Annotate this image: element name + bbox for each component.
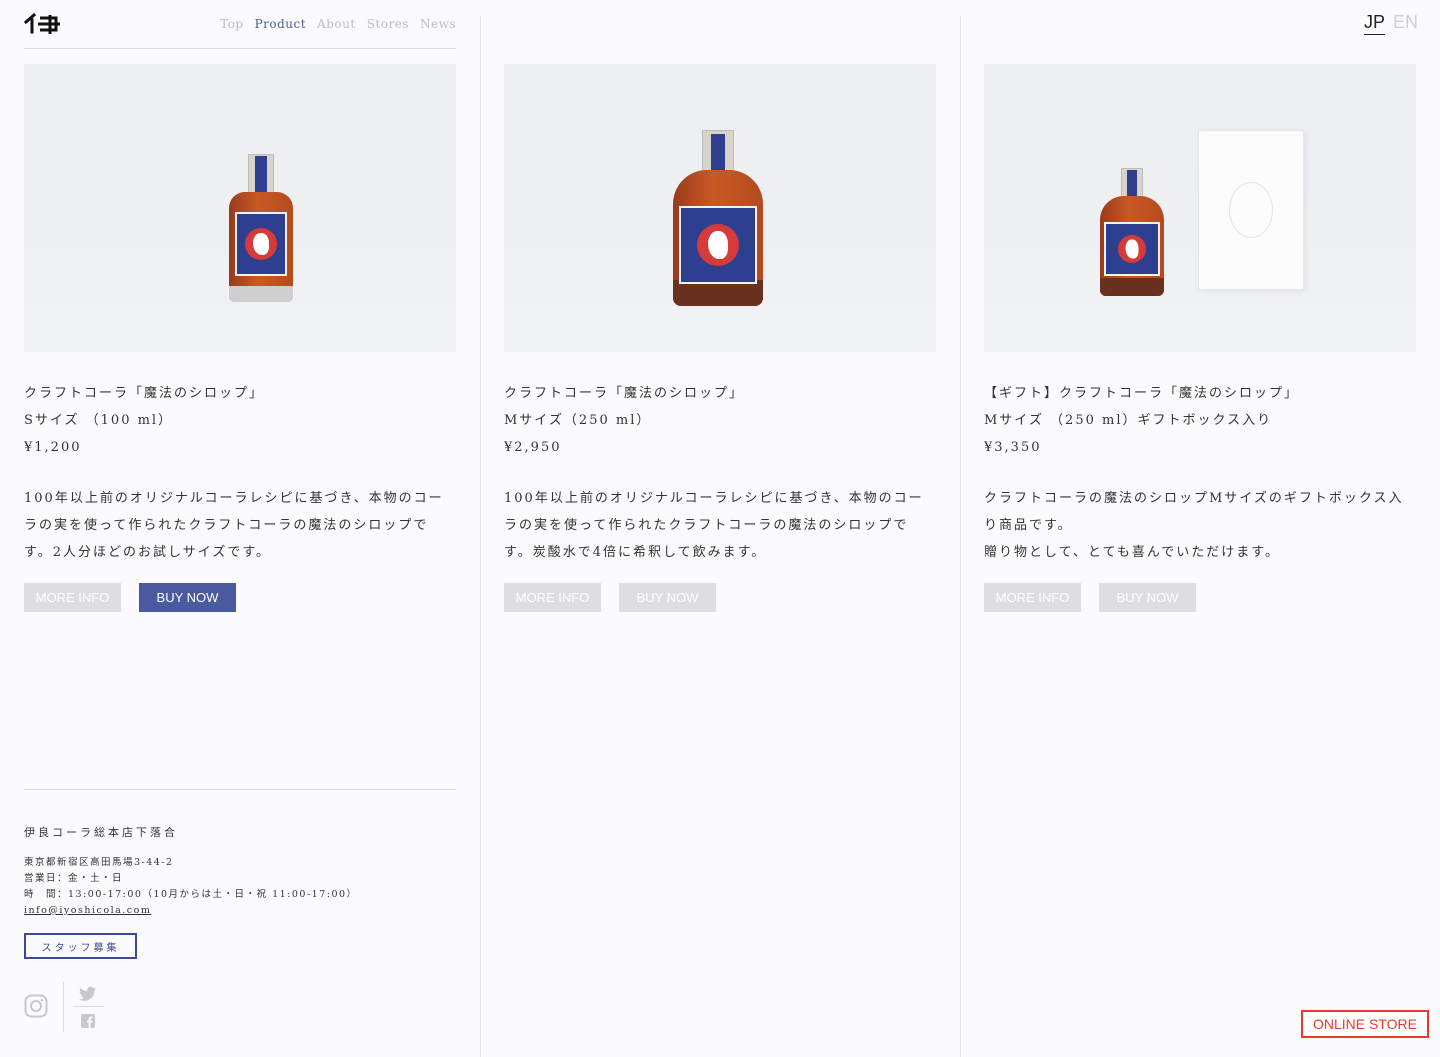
product-size: Mサイズ （250 ml）ギフトボックス入り bbox=[984, 413, 1273, 428]
shop-open-days: 営業日：金・土・日 bbox=[24, 873, 124, 884]
facebook-icon[interactable] bbox=[81, 1014, 95, 1028]
shop-address: 東京都新宿区高田馬場3-44-2 bbox=[24, 857, 174, 868]
twitter-icon[interactable] bbox=[79, 986, 97, 1002]
product-size: Sサイズ （100 ml） bbox=[24, 413, 174, 428]
online-store-button[interactable]: ONLINE STORE bbox=[1301, 1010, 1429, 1038]
shop-name: 伊良コーラ総本店下落合 bbox=[24, 826, 178, 839]
nav-product[interactable]: Product bbox=[255, 17, 307, 31]
more-info-button[interactable]: MORE INFO bbox=[504, 583, 601, 612]
instagram-icon[interactable] bbox=[24, 994, 48, 1018]
logo[interactable] bbox=[24, 12, 64, 36]
product-photo-m[interactable] bbox=[504, 64, 936, 352]
shop-info: 東京都新宿区高田馬場3-44-2 営業日：金・土・日 時 間：13:00-17:… bbox=[24, 855, 358, 919]
more-info-button[interactable]: MORE INFO bbox=[984, 583, 1081, 612]
product-photo-s[interactable] bbox=[24, 64, 456, 352]
product-description: クラフトコーラの魔法のシロップMサイズのギフトボックス入り商品です。 贈り物とし… bbox=[984, 491, 1404, 560]
product-price: ¥1,200 bbox=[24, 440, 82, 455]
column-divider bbox=[480, 16, 481, 1057]
column-divider bbox=[960, 16, 961, 1057]
language-switcher: JP EN bbox=[1363, 12, 1418, 35]
gift-box-image bbox=[1198, 130, 1304, 290]
more-info-button[interactable]: MORE INFO bbox=[24, 583, 121, 612]
product-price: ¥3,350 bbox=[984, 440, 1042, 455]
bottle-image bbox=[229, 154, 293, 302]
product-description: 100年以上前のオリジナルコーラレシピに基づき、本物のコーラの実を使って作られた… bbox=[504, 491, 924, 560]
header-divider bbox=[24, 48, 456, 49]
product-price: ¥2,950 bbox=[504, 440, 562, 455]
product-card-m: クラフトコーラ「魔法のシロップ」 Mサイズ（250 ml） ¥2,950 100… bbox=[504, 64, 936, 612]
buy-now-button[interactable]: BUY NOW bbox=[139, 583, 236, 612]
nav-news[interactable]: News bbox=[420, 17, 456, 31]
bottle-image bbox=[1100, 168, 1164, 296]
nav-stores[interactable]: Stores bbox=[367, 17, 409, 31]
lang-en[interactable]: EN bbox=[1393, 12, 1418, 35]
product-name: クラフトコーラ「魔法のシロップ」 bbox=[24, 386, 265, 401]
shop-email-link[interactable]: info@iyoshicola.com bbox=[24, 903, 358, 919]
lang-jp[interactable]: JP bbox=[1363, 12, 1385, 35]
social-divider bbox=[73, 1006, 104, 1007]
product-photo-gift[interactable] bbox=[984, 64, 1416, 352]
product-description: 100年以上前のオリジナルコーラレシピに基づき、本物のコーラの実を使って作られた… bbox=[24, 491, 444, 560]
bottle-image bbox=[673, 130, 763, 306]
shop-hours: 時 間：13:00-17:00（10月からは土・日・祝 11:00-17:00） bbox=[24, 889, 358, 900]
main-nav: Top Product About Stores News bbox=[220, 17, 456, 31]
footer-divider bbox=[24, 789, 456, 790]
product-card-gift: 【ギフト】クラフトコーラ「魔法のシロップ」 Mサイズ （250 ml）ギフトボッ… bbox=[984, 64, 1416, 612]
staff-recruit-button[interactable]: スタッフ募集 bbox=[24, 933, 137, 959]
product-size: Mサイズ（250 ml） bbox=[504, 413, 652, 428]
buy-now-button[interactable]: BUY NOW bbox=[619, 583, 716, 612]
product-name: クラフトコーラ「魔法のシロップ」 bbox=[504, 386, 745, 401]
product-name: 【ギフト】クラフトコーラ「魔法のシロップ」 bbox=[984, 386, 1300, 401]
product-card-s: クラフトコーラ「魔法のシロップ」 Sサイズ （100 ml） ¥1,200 10… bbox=[24, 64, 456, 612]
nav-top[interactable]: Top bbox=[220, 17, 243, 31]
social-divider bbox=[63, 982, 64, 1032]
nav-about[interactable]: About bbox=[317, 17, 356, 31]
buy-now-button[interactable]: BUY NOW bbox=[1099, 583, 1196, 612]
